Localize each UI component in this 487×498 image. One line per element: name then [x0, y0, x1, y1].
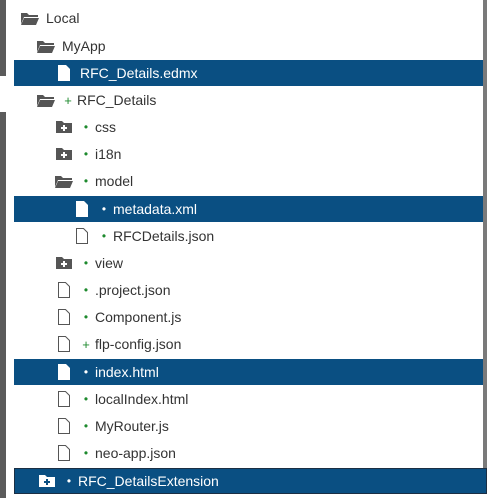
file-icon	[54, 363, 74, 381]
git-status-tracked: •	[83, 147, 89, 161]
git-status-tracked: •	[101, 202, 107, 216]
tree-item-label: RFC_Details	[77, 92, 157, 108]
tree-item-i18n[interactable]: • i18n	[14, 141, 483, 167]
tree-item-rfc-details-extension[interactable]: • RFC_DetailsExtension	[14, 468, 487, 494]
folder-open-icon	[36, 37, 56, 55]
tree-item-label: MyRouter.js	[95, 418, 169, 434]
tree-item-label: css	[95, 119, 116, 135]
folder-open-icon	[54, 172, 74, 190]
git-status-tracked: •	[83, 283, 89, 297]
file-outline-icon	[72, 227, 92, 245]
folder-open-icon	[36, 91, 56, 109]
file-outline-icon	[54, 390, 74, 408]
tree-item-view[interactable]: • view	[14, 250, 483, 276]
tree-item-label: localIndex.html	[95, 391, 189, 407]
tree-item-label: RFCDetails.json	[113, 228, 215, 244]
folder-collapsed-icon	[54, 254, 74, 272]
tree-item-localindex-html[interactable]: • localIndex.html	[14, 386, 483, 412]
tree-item-label: flp-config.json	[95, 336, 182, 352]
file-icon	[54, 64, 74, 82]
tree-item-rfc-details-edmx[interactable]: RFC_Details.edmx	[14, 60, 483, 86]
tree-item-model[interactable]: • model	[14, 168, 483, 194]
file-icon	[72, 200, 92, 218]
git-status-tracked: •	[83, 446, 89, 460]
tree-item-label: Local	[46, 10, 80, 26]
tree-item-css[interactable]: • css	[14, 114, 483, 140]
tree-item-myapp[interactable]: MyApp	[14, 33, 483, 59]
folder-collapsed-icon	[37, 472, 57, 490]
tree-item-label: Component.js	[95, 309, 182, 325]
tree-item-rfc-details[interactable]: + RFC_Details	[14, 87, 483, 113]
tree-item-label: model	[95, 173, 134, 189]
folder-collapsed-icon	[54, 145, 74, 163]
tree-item-neo-app-json[interactable]: • neo-app.json	[14, 440, 483, 466]
tree-item-rfcdetails-json[interactable]: • RFCDetails.json	[14, 223, 483, 249]
tree-item-label: neo-app.json	[95, 445, 176, 461]
git-status-tracked: •	[101, 229, 107, 243]
git-status-added: +	[82, 336, 90, 352]
git-status-tracked: •	[83, 365, 89, 379]
tree-item-flp-config-json[interactable]: + flp-config.json	[14, 331, 483, 357]
git-status-tracked: •	[83, 392, 89, 406]
tree-item-label: i18n	[95, 146, 122, 162]
tree-item-myrouter-js[interactable]: • MyRouter.js	[14, 413, 483, 439]
left-border-top	[0, 0, 6, 76]
tree-item-index-html[interactable]: • index.html	[14, 359, 483, 385]
file-outline-icon	[54, 444, 74, 462]
tree-item-label: MyApp	[62, 38, 106, 54]
file-outline-icon	[54, 417, 74, 435]
tree-item-label: .project.json	[95, 282, 171, 298]
tree-item-label: index.html	[95, 364, 159, 380]
tree-item-label: RFC_Details.edmx	[80, 65, 198, 81]
file-outline-icon	[54, 308, 74, 326]
tree-item-component-js[interactable]: • Component.js	[14, 304, 483, 330]
tree-item-local[interactable]: Local	[14, 5, 483, 31]
file-outline-icon	[54, 281, 74, 299]
file-outline-icon	[54, 335, 74, 353]
left-border-bottom	[0, 112, 6, 498]
tree-item-label: metadata.xml	[113, 201, 198, 217]
tree-item-metadata-xml[interactable]: • metadata.xml	[14, 196, 483, 222]
git-status-tracked: •	[66, 474, 72, 488]
tree-item-label: view	[95, 255, 124, 271]
git-status-tracked: •	[83, 120, 89, 134]
tree-item-label: RFC_DetailsExtension	[78, 473, 219, 489]
scrollbar-track[interactable]	[483, 0, 487, 480]
git-status-tracked: •	[83, 174, 89, 188]
folder-open-icon	[20, 9, 40, 27]
git-status-tracked: •	[83, 310, 89, 324]
tree-item-project-json[interactable]: • .project.json	[14, 277, 483, 303]
folder-collapsed-icon	[54, 118, 74, 136]
git-status-tracked: •	[83, 256, 89, 270]
git-status-added: +	[64, 92, 72, 108]
file-explorer: Local MyApp RFC_Details.edmx + RFC_Detai…	[0, 0, 487, 498]
git-status-tracked: •	[83, 419, 89, 433]
